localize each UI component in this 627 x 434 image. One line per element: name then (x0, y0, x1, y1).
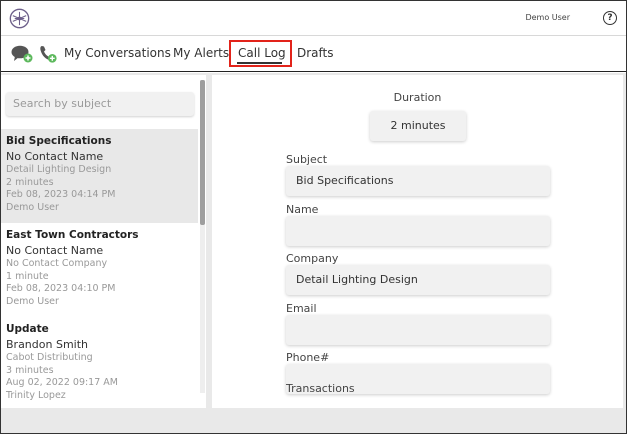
call-duration: 3 minutes (6, 364, 54, 376)
new-conversation-icon[interactable] (11, 45, 33, 63)
duration-label: Duration (393, 91, 442, 104)
tab-drafts[interactable]: Drafts (297, 46, 334, 60)
call-user: Demo User (6, 201, 59, 213)
call-company: No Contact Company (6, 258, 108, 269)
app-logo-icon[interactable] (9, 8, 30, 29)
call-contact: No Contact Name (6, 244, 104, 257)
call-subject: Update (6, 323, 49, 335)
scrollbar-thumb[interactable] (200, 80, 205, 225)
call-contact: No Contact Name (6, 150, 104, 163)
subject-label: Subject (286, 153, 328, 166)
subject-field[interactable]: Bid Specifications (286, 166, 550, 196)
call-duration: 1 minute (6, 270, 49, 282)
call-detail-panel: Duration 2 minutes Subject Bid Specifica… (212, 75, 623, 408)
call-datetime: Feb 08, 2023 04:10 PM (6, 283, 116, 295)
name-label: Name (286, 203, 319, 216)
email-label: Email (286, 302, 317, 315)
top-bar: Demo User ? (1, 1, 626, 36)
call-user: Trinity Lopez (6, 389, 66, 401)
new-call-icon[interactable] (39, 45, 57, 63)
call-datetime: Feb 08, 2023 04:14 PM (6, 189, 116, 201)
call-subject: Bid Specifications (6, 135, 112, 147)
name-field[interactable] (286, 216, 550, 246)
email-field[interactable] (286, 315, 550, 345)
call-list-item[interactable]: Bid Specifications No Contact Name Detai… (1, 129, 198, 223)
duration-value: 2 minutes (370, 111, 466, 141)
call-company: Cabot Distributing (6, 352, 93, 363)
tab-call-log[interactable]: Call Log (238, 46, 286, 60)
call-duration: 2 minutes (6, 176, 54, 188)
call-subject: East Town Contractors (6, 229, 139, 241)
help-icon[interactable]: ? (603, 11, 617, 25)
transactions-label: Transactions (286, 382, 355, 395)
call-list-panel: Bid Specifications No Contact Name Detai… (1, 75, 206, 408)
search-input[interactable] (6, 92, 194, 116)
call-company: Detail Lighting Design (6, 164, 112, 175)
tab-my-conversations[interactable]: My Conversations (64, 46, 171, 60)
call-datetime: Aug 02, 2022 09:17 AM (6, 377, 118, 389)
nav-bar: My Conversations My Alerts Call Log Draf… (1, 36, 626, 72)
company-label: Company (286, 252, 339, 265)
tab-my-alerts[interactable]: My Alerts (173, 46, 229, 60)
call-list-item[interactable]: East Town Contractors No Contact Name No… (1, 223, 198, 317)
phone-label: Phone# (286, 351, 330, 364)
call-list-item[interactable]: Update Brandon Smith Cabot Distributing … (1, 317, 198, 408)
call-contact: Brandon Smith (6, 338, 89, 351)
current-user-name[interactable]: Demo User (525, 13, 570, 22)
company-field[interactable]: Detail Lighting Design (286, 265, 550, 295)
call-user: Demo User (6, 295, 59, 307)
active-tab-underline (237, 62, 282, 64)
